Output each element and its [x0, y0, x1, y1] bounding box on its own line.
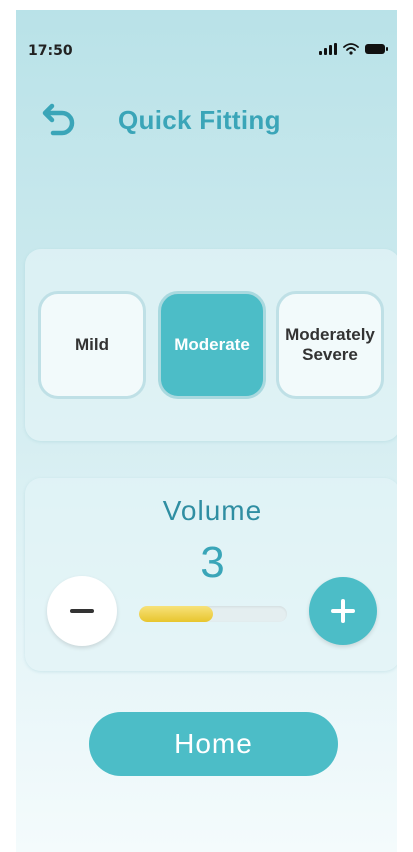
status-icons [319, 43, 388, 55]
wifi-icon [343, 43, 359, 55]
home-button[interactable]: Home [89, 712, 338, 776]
level-option-moderately-severe[interactable]: Moderately Severe [276, 291, 384, 399]
level-option-mild[interactable]: Mild [38, 291, 146, 399]
volume-up-button[interactable] [309, 577, 377, 645]
volume-slider[interactable] [139, 606, 287, 622]
volume-down-button[interactable] [47, 576, 117, 646]
hearing-level-panel: Mild Moderate Moderately Severe [25, 249, 397, 441]
back-arrow-icon [42, 103, 75, 136]
volume-panel: Volume 3 [25, 478, 397, 671]
volume-fill [139, 606, 213, 622]
status-bar: 17:50 [16, 10, 397, 59]
status-time: 17:50 [28, 43, 73, 59]
header: Quick Fitting [16, 92, 397, 142]
level-option-moderate[interactable]: Moderate [158, 291, 266, 399]
volume-title: Volume [162, 495, 263, 526]
battery-icon [365, 44, 388, 54]
back-button[interactable] [38, 97, 80, 139]
phone-screen: 17:50 Quick Fitting Mild Moderate Modera… [16, 10, 397, 852]
signal-icon [319, 43, 337, 55]
page-title: Quick Fitting [118, 105, 281, 135]
